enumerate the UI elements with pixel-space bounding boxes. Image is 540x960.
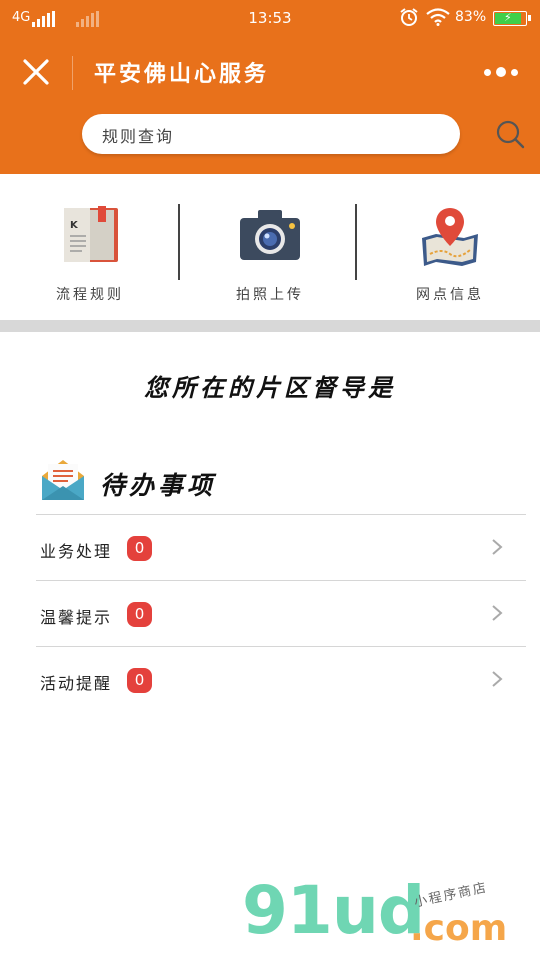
count-badge: 0 <box>127 536 152 561</box>
list-item[interactable]: 温馨提示 0 <box>36 580 526 646</box>
envelope-icon <box>42 460 84 500</box>
alarm-icon <box>400 8 418 26</box>
status-bar: 4G 13:53 83% ⚡ <box>0 0 540 38</box>
chevron-right-icon <box>492 539 503 555</box>
quick-action-label: 流程规则 <box>56 287 124 303</box>
search-placeholder: 规则查询 <box>102 127 175 146</box>
district-supervisor-heading: 您所在的片区督导是 <box>144 373 396 402</box>
todo-title: 待办事项 <box>100 471 217 500</box>
camera-icon <box>240 210 300 260</box>
quick-actions: K 流程规则 拍照上传 网点信息 <box>0 174 540 320</box>
page-title: 平安佛山心服务 <box>94 61 270 87</box>
watermark-suffix: .com <box>410 908 508 949</box>
title-divider <box>72 56 73 90</box>
app-header: 4G 13:53 83% ⚡ 平安佛山心服务 规则查询 <box>0 0 540 174</box>
list-item-label: 温馨提示 <box>40 608 113 627</box>
list-item-label: 业务处理 <box>40 542 113 561</box>
list-item[interactable]: 业务处理 0 <box>36 514 526 580</box>
todo-list: 业务处理 0 温馨提示 0 活动提醒 0 <box>36 514 526 712</box>
more-icon[interactable] <box>484 63 524 81</box>
list-item-label: 活动提醒 <box>40 674 113 693</box>
quick-action-label: 网点信息 <box>416 287 484 303</box>
list-item[interactable]: 活动提醒 0 <box>36 646 526 712</box>
watermark-logo: 91ud .com 小程序商店 <box>242 872 532 960</box>
svg-text:K: K <box>70 220 79 231</box>
quick-action-process-rules[interactable]: K 流程规则 <box>0 174 180 320</box>
wifi-icon <box>426 8 450 26</box>
close-icon[interactable] <box>20 56 52 88</box>
count-badge: 0 <box>127 668 152 693</box>
search-icon[interactable] <box>492 114 532 154</box>
quick-action-photo-upload[interactable]: 拍照上传 <box>180 174 360 320</box>
search-input[interactable]: 规则查询 <box>82 114 525 154</box>
book-icon: K <box>64 206 118 262</box>
count-badge: 0 <box>127 602 152 627</box>
section-separator <box>0 320 540 332</box>
chevron-right-icon <box>492 605 503 621</box>
quick-divider <box>355 204 357 280</box>
watermark-brand: 91ud <box>242 872 425 949</box>
quick-action-label: 拍照上传 <box>236 287 304 303</box>
map-pin-icon <box>422 208 478 266</box>
quick-action-outlet-info[interactable]: 网点信息 <box>360 174 540 320</box>
battery-icon: ⚡ <box>493 11 531 26</box>
battery-percent: 83% <box>455 9 487 25</box>
chevron-right-icon <box>492 671 503 687</box>
